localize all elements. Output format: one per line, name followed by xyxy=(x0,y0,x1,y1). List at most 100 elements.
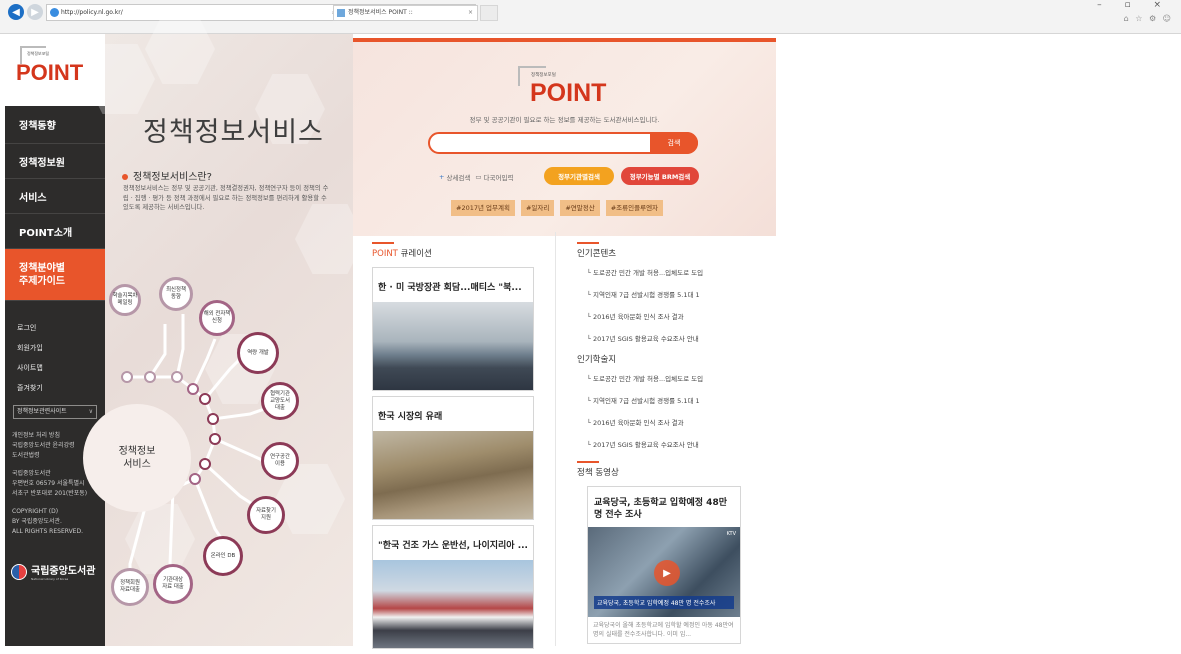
node-policy-trends[interactable]: 최신정책 동향 xyxy=(159,277,193,311)
detail-search-link[interactable]: 상세검색 xyxy=(446,172,470,182)
nlk-name: 국립중앙도서관 xyxy=(31,566,96,577)
menu-service[interactable]: 서비스 xyxy=(5,179,105,214)
multilang-input-link[interactable]: 다국어입력 xyxy=(484,172,514,182)
sidebar-logo-text: POINT xyxy=(16,60,84,85)
list-item[interactable]: └ 지역인재 7급 선발시험 경쟁률 5.1대 1 xyxy=(577,395,767,405)
service-wheel: 정책정보 서비스 학술지목차 메일링 최신정책 동향 해외 전자책 신청 역량 … xyxy=(83,274,353,644)
menu-policy-sources[interactable]: 정책정보원 xyxy=(5,144,105,179)
list-item[interactable]: └ 지역인재 7급 선발시험 경쟁률 5.1대 1 xyxy=(577,289,767,299)
curation-title: POINT 큐레이션 xyxy=(372,249,432,259)
curation-card[interactable]: 한 · 미 국방장관 회담...매티스 "북... xyxy=(372,267,534,391)
card-title: 한국 시장의 유래 xyxy=(378,412,443,422)
brm-search-button[interactable]: 정부기능별 BRM검색 xyxy=(621,167,699,185)
list-item[interactable]: └ 2017년 SGIS 활용교육 수요조사 안내 xyxy=(577,439,767,449)
intro-panel: 정책정보서비스 정책정보서비스란? 정책정보서비스는 정부 및 공공기관, 정책… xyxy=(83,14,365,646)
window-controls[interactable]: – ▫ × xyxy=(1097,0,1171,10)
main-content: 정책정보포털 POINT 정부 및 공공기관이 필요로 하는 정보를 제공하는 … xyxy=(353,34,776,649)
intro-title: 정책정보서비스 xyxy=(143,117,324,148)
browser-toolbar-icons[interactable]: ⌂ ☆ ⚙ ☺ xyxy=(1124,14,1173,23)
address-url: http://policy.nl.go.kr/ xyxy=(61,9,123,16)
popular-journals-title: 인기학술지 xyxy=(577,355,617,365)
popular-journals-list: └ 도로공간 민간 개발 허용...입체도로 도입 └ 지역인재 7급 선발시험… xyxy=(577,373,767,449)
sidebar-links: 로그인 회원가입 사이트맵 즐겨찾기 xyxy=(5,301,105,393)
policy-video-card[interactable]: 교육당국, 초등학교 입학예정 48만 명 전수 조사 KTV ▶ 교육당국, … xyxy=(587,486,741,644)
video-thumbnail[interactable]: KTV ▶ 교육당국, 초등학교 입학예정 48만 명 전수조사 xyxy=(588,527,740,617)
hero-logo[interactable]: POINT xyxy=(530,79,606,108)
column-divider xyxy=(555,232,556,646)
menu-subject-guide[interactable]: 정책분야별 주제가이드 xyxy=(5,249,105,301)
sidebar-logo-small: 정책정보포털 xyxy=(27,51,50,56)
tab-close-icon[interactable]: × xyxy=(468,6,473,20)
signup-link[interactable]: 회원가입 xyxy=(17,343,105,353)
node-search-support[interactable]: 자료찾기 지원 xyxy=(247,496,285,534)
intro-question: 정책정보서비스란? xyxy=(122,168,212,183)
card-image xyxy=(373,431,533,519)
node-member-loan[interactable]: 정책회원 자료대출 xyxy=(111,568,149,606)
copyright: COPYRIGHT (D) BY 국립중앙도서관. ALL RIGHTS RES… xyxy=(12,508,84,535)
popular-contents-title: 인기콘텐츠 xyxy=(577,249,617,259)
card-title: 한 · 미 국방장관 회담...매티스 "북... xyxy=(378,283,522,293)
popular-contents-list: └ 도로공간 민간 개발 허용...입체도로 도입 └ 지역인재 7급 선발시험… xyxy=(577,267,767,343)
video-title: 교육당국, 초등학교 입학예정 48만 명 전수 조사 xyxy=(594,498,727,520)
channel-badge: KTV xyxy=(726,531,736,537)
curation-card[interactable]: "한국 건조 가스 운반선, 나이지리아 ... xyxy=(372,525,534,649)
card-image xyxy=(373,302,533,390)
hashtag-list: #2017년 업무계획 #일자리 #연말정산 #조류인플루엔자 xyxy=(451,200,664,216)
nlk-english: National Library of Korea xyxy=(31,577,69,581)
login-link[interactable]: 로그인 xyxy=(17,323,105,333)
node-journal-mailing[interactable]: 학술지목차 메일링 xyxy=(109,284,141,316)
list-item[interactable]: └ 2016년 육아문화 인식 조사 결과 xyxy=(577,311,767,321)
list-item[interactable]: └ 2016년 육아문화 인식 조사 결과 xyxy=(577,417,767,427)
hashtag[interactable]: #일자리 xyxy=(520,200,555,216)
forward-button[interactable]: ▶ xyxy=(27,4,43,20)
popular-section: 인기콘텐츠 └ 도로공간 민간 개발 허용...입체도로 도입 └ 지역인재 7… xyxy=(577,242,767,644)
list-item[interactable]: └ 도로공간 민간 개발 허용...입체도로 도입 xyxy=(577,267,767,277)
related-sites-select[interactable]: 정책정보관련사이트 ∨ xyxy=(13,405,97,419)
sitemap-link[interactable]: 사이트맵 xyxy=(17,363,105,373)
org-search-button[interactable]: 정부기관별검색 xyxy=(544,167,614,185)
search-button[interactable]: 검색 xyxy=(650,132,698,154)
curation-section: POINT 큐레이션 한 · 미 국방장관 회담...매티스 "북... 한국 … xyxy=(372,242,538,654)
back-button[interactable]: ◀ xyxy=(8,4,24,20)
card-title: "한국 건조 가스 운반선, 나이지리아 ... xyxy=(378,541,528,551)
ie-icon xyxy=(50,8,59,17)
tab-favicon-icon xyxy=(337,9,345,17)
search-hero: 정책정보포털 POINT 정부 및 공공기관이 필요로 하는 정보를 제공하는 … xyxy=(353,42,776,236)
video-caption: 교육당국, 초등학교 입학예정 48만 명 전수조사 xyxy=(594,596,734,609)
node-partner-loan[interactable]: 협력기관 교양도서 대출 xyxy=(261,382,299,420)
card-image xyxy=(373,560,533,648)
node-ebook-request[interactable]: 해외 전자책 신청 xyxy=(199,300,235,336)
bookmark-link[interactable]: 즐겨찾기 xyxy=(17,383,105,393)
nlk-logo[interactable]: 국립중앙도서관 National Library of Korea xyxy=(11,562,95,581)
search-options: + 상세검색 ▭ 다국어입력 xyxy=(439,172,513,182)
plus-icon: + xyxy=(439,173,445,181)
search-input[interactable]: 검색 xyxy=(428,132,698,154)
curation-card[interactable]: 한국 시장의 유래 xyxy=(372,396,534,520)
menu-policy-trends[interactable]: 정책동향 xyxy=(5,106,105,144)
wheel-center: 정책정보 서비스 xyxy=(83,404,191,512)
browser-tab[interactable]: 정책정보서비스 POINT :: × xyxy=(333,5,478,21)
video-description: 교육당국이 올해 초등학교에 입학할 예정인 아동 48만여 명의 실태를 전수… xyxy=(593,622,734,638)
play-icon[interactable]: ▶ xyxy=(654,560,680,586)
node-online-db[interactable]: 온라인 DB xyxy=(203,536,243,576)
sidebar: 정책정보포털 POINT 정책동향 정책정보원 서비스 POINT소개 정책분야… xyxy=(5,34,105,646)
menu-point-intro[interactable]: POINT소개 xyxy=(5,214,105,249)
related-sites-label: 정책정보관련사이트 xyxy=(17,408,67,415)
bullet-icon xyxy=(122,174,128,180)
node-institution-loan[interactable]: 기관대상 자료 대출 xyxy=(153,564,193,604)
hashtag[interactable]: #연말정산 xyxy=(560,200,600,216)
tab-title: 정책정보서비스 POINT :: xyxy=(348,9,413,16)
chevron-down-icon: ∨ xyxy=(88,408,93,415)
hashtag[interactable]: #조류인플루엔자 xyxy=(605,200,664,216)
keyboard-icon: ▭ xyxy=(475,173,482,181)
hero-tagline: 정부 및 공공기관이 필요로 하는 정보를 제공하는 도서관서비스입니다. xyxy=(469,116,660,124)
intro-description: 정책정보서비스는 정부 및 공공기관, 정책결정권자, 정책연구자 등이 정책의… xyxy=(123,185,329,211)
nlk-emblem-icon xyxy=(11,563,27,580)
node-research-space[interactable]: 연구공간 이용 xyxy=(261,442,299,480)
new-tab-button[interactable] xyxy=(480,5,498,21)
hashtag[interactable]: #2017년 업무계획 xyxy=(451,200,515,216)
list-item[interactable]: └ 도로공간 민간 개발 허용...입체도로 도입 xyxy=(577,373,767,383)
hero-logo-small: 정책정보포털 xyxy=(531,73,556,78)
list-item[interactable]: └ 2017년 SGIS 활용교육 수요조사 안내 xyxy=(577,333,767,343)
node-capacity[interactable]: 역량 개발 xyxy=(237,332,279,374)
